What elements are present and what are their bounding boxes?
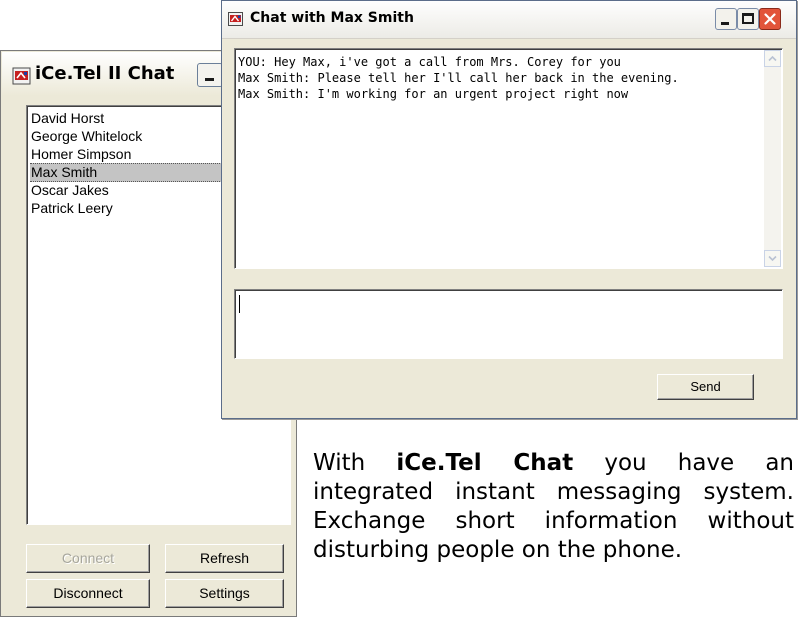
contact-item-patrick-leery[interactable]: Patrick Leery xyxy=(30,199,113,218)
feature-caption: With iCe.Tel Chat you have an integrated… xyxy=(313,449,794,565)
minimize-button[interactable] xyxy=(197,63,223,87)
message-line: Max Smith: Please tell her I'll call her… xyxy=(238,71,679,85)
app-icon xyxy=(12,67,31,85)
maximize-button[interactable] xyxy=(737,8,759,30)
scroll-up-arrow-icon xyxy=(768,55,777,62)
message-log[interactable]: YOU: Hey Max, i've got a call from Mrs. … xyxy=(234,48,783,269)
disconnect-button[interactable]: Disconnect xyxy=(26,579,150,608)
contact-item-david-horst[interactable]: David Horst xyxy=(30,109,104,128)
send-button[interactable]: Send xyxy=(657,374,754,400)
chat-title-bar[interactable]: Chat with Max Smith xyxy=(222,1,796,39)
message-input[interactable] xyxy=(234,289,783,359)
contact-item-oscar-jakes[interactable]: Oscar Jakes xyxy=(30,181,109,200)
chat-window: Chat with Max Smith YOU: Hey Max, i've g… xyxy=(221,0,797,419)
chat-window-title: Chat with Max Smith xyxy=(250,10,414,26)
close-icon xyxy=(764,13,776,25)
app-icon xyxy=(228,12,243,26)
contact-item-homer-simpson[interactable]: Homer Simpson xyxy=(30,145,131,164)
window-title: iCe.Tel II Chat xyxy=(35,63,175,84)
minimize-icon xyxy=(205,78,214,81)
settings-button[interactable]: Settings xyxy=(165,579,284,608)
refresh-button[interactable]: Refresh xyxy=(165,544,284,573)
close-button[interactable] xyxy=(759,8,781,30)
scroll-down-button[interactable] xyxy=(764,250,781,267)
minimize-button[interactable] xyxy=(715,8,737,30)
vertical-scrollbar[interactable] xyxy=(764,50,781,267)
message-line: Max Smith: I'm working for an urgent pro… xyxy=(238,87,629,101)
scroll-down-arrow-icon xyxy=(768,255,777,262)
contact-item-george-whitelock[interactable]: George Whitelock xyxy=(30,127,142,146)
caption-prefix: With xyxy=(313,450,397,476)
connect-button[interactable]: Connect xyxy=(26,544,150,573)
scroll-up-button[interactable] xyxy=(764,50,781,67)
maximize-icon xyxy=(742,13,754,24)
minimize-icon xyxy=(721,22,729,25)
caption-product-name: iCe.Tel Chat xyxy=(396,450,574,476)
message-line: YOU: Hey Max, i've got a call from Mrs. … xyxy=(238,55,621,69)
text-caret xyxy=(239,295,240,313)
